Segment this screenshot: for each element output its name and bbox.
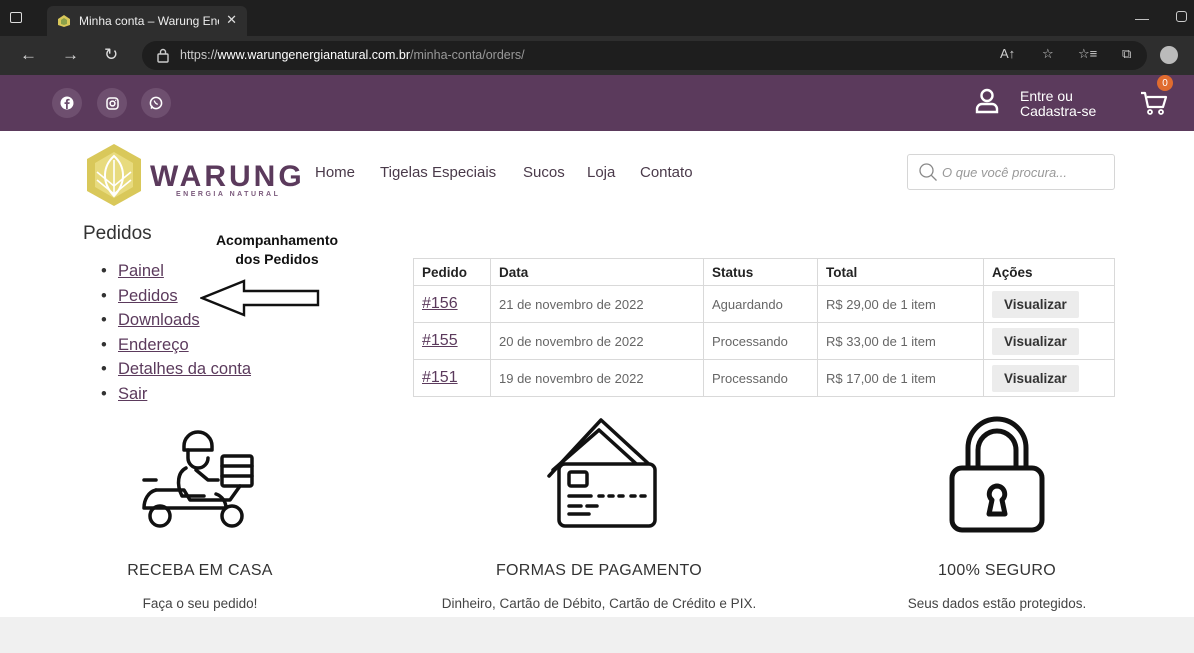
order-status: Processando	[703, 322, 818, 360]
window-minimize-icon[interactable]: —	[1135, 10, 1149, 26]
order-date: 21 de novembro de 2022	[490, 285, 704, 323]
site-top-bar: Entre ou Cadastra-se	[0, 75, 1194, 131]
account-nav-sair[interactable]: Sair	[118, 385, 147, 403]
profile-avatar[interactable]	[1160, 46, 1178, 64]
table-header-row: Pedido Data Status Total Ações	[413, 258, 1115, 286]
order-number-link[interactable]: #155	[422, 332, 458, 349]
browser-address-bar: ← → ↻ https://www.warungenergianatural.c…	[0, 36, 1194, 75]
order-actions-cell: Visualizar	[983, 322, 1115, 360]
instagram-icon[interactable]	[97, 88, 127, 118]
user-icon[interactable]	[975, 88, 999, 114]
feature-description: Seus dados estão protegidos.	[907, 596, 1087, 611]
tab-actions-icon[interactable]	[10, 12, 22, 23]
nav-tigelas-especiais[interactable]: Tigelas Especiais	[380, 164, 496, 181]
column-header: Pedido	[413, 258, 491, 286]
order-total: R$ 17,00 de 1 item	[817, 359, 984, 397]
column-header: Data	[490, 258, 704, 286]
order-status: Processando	[703, 359, 818, 397]
orders-table: Pedido Data Status Total Ações #156 21 d…	[413, 258, 1115, 397]
order-total: R$ 33,00 de 1 item	[817, 322, 984, 360]
brand-tagline: ENERGIA NATURAL	[176, 191, 281, 198]
order-date: 20 de novembro de 2022	[490, 322, 704, 360]
feature-description: Faça o seu pedido!	[142, 596, 258, 611]
table-row: #156 21 de novembro de 2022 Aguardando R…	[413, 285, 1115, 323]
feature-title: 100% SEGURO	[937, 562, 1056, 579]
collections-icon[interactable]: ⧉	[1122, 46, 1131, 62]
facebook-icon[interactable]	[52, 88, 82, 118]
browser-tab-bar: Minha conta – Warung Energia N ✕ —	[0, 0, 1194, 36]
padlock-icon	[949, 416, 1045, 533]
url-field[interactable]: https://www.warungenergianatural.com.br/…	[142, 41, 1147, 70]
account-nav-painel[interactable]: Painel	[118, 262, 164, 280]
account-link-line2: Cadastra-se	[1020, 103, 1097, 119]
url-text: https://www.warungenergianatural.com.br/…	[180, 48, 525, 62]
order-number-cell: #155	[413, 322, 491, 360]
view-order-button[interactable]: Visualizar	[992, 327, 1079, 355]
order-actions-cell: Visualizar	[983, 359, 1115, 397]
account-nav-item: Detalhes da conta	[101, 357, 251, 382]
feature-description: Dinheiro, Cartão de Débito, Cartão de Cr…	[441, 596, 757, 611]
shopping-cart-icon[interactable]	[1139, 87, 1169, 117]
column-header: Status	[703, 258, 818, 286]
search-box	[907, 154, 1115, 190]
order-number-cell: #156	[413, 285, 491, 323]
nav-home[interactable]: Home	[315, 164, 355, 181]
account-nav-detalhes[interactable]: Detalhes da conta	[118, 360, 251, 378]
login-register-link[interactable]: Entre ou Cadastra-se	[1020, 89, 1110, 119]
search-icon[interactable]	[918, 162, 938, 182]
warung-logo-icon[interactable]	[83, 142, 145, 208]
feature-title: RECEBA EM CASA	[127, 562, 273, 579]
whatsapp-icon[interactable]	[141, 88, 171, 118]
order-number-link[interactable]: #156	[422, 295, 458, 312]
table-row: #155 20 de novembro de 2022 Processando …	[413, 322, 1115, 360]
order-number-link[interactable]: #151	[422, 369, 458, 386]
column-header: Ações	[983, 258, 1115, 286]
column-header: Total	[817, 258, 984, 286]
forward-icon[interactable]: →	[62, 45, 79, 65]
brand-name[interactable]: WARUNG	[150, 162, 305, 192]
refresh-icon[interactable]: ↻	[104, 45, 118, 65]
nav-contato[interactable]: Contato	[640, 164, 693, 181]
account-nav-downloads[interactable]: Downloads	[118, 311, 200, 329]
table-row: #151 19 de novembro de 2022 Processando …	[413, 359, 1115, 397]
order-number-cell: #151	[413, 359, 491, 397]
back-icon[interactable]: ←	[20, 45, 37, 65]
browser-tab[interactable]: Minha conta – Warung Energia N ✕	[47, 6, 247, 36]
favorites-icon[interactable]: ☆≡	[1078, 46, 1097, 62]
add-favorite-icon[interactable]: ☆	[1042, 46, 1054, 62]
credit-card-icon	[547, 418, 657, 528]
delivery-scooter-icon	[142, 430, 254, 528]
page-title: Pedidos	[83, 223, 152, 244]
order-total: R$ 29,00 de 1 item	[817, 285, 984, 323]
site-favicon-icon	[58, 15, 70, 27]
annotation-arrow-icon	[200, 279, 320, 317]
account-link-line1: Entre ou	[1020, 88, 1073, 104]
order-date: 19 de novembro de 2022	[490, 359, 704, 397]
account-nav-pedidos[interactable]: Pedidos	[118, 287, 178, 305]
tab-title: Minha conta – Warung Energia N	[79, 14, 219, 28]
tab-close-icon[interactable]: ✕	[226, 12, 237, 28]
order-status: Aguardando	[703, 285, 818, 323]
lock-icon	[157, 48, 169, 63]
footer	[0, 617, 1194, 653]
window-restore-icon[interactable]	[1176, 11, 1187, 22]
order-actions-cell: Visualizar	[983, 285, 1115, 323]
account-nav-item: Sair	[101, 382, 251, 407]
nav-sucos[interactable]: Sucos	[523, 164, 565, 181]
search-input[interactable]	[942, 155, 1110, 189]
account-nav-endereco[interactable]: Endereço	[118, 336, 189, 354]
feature-title: FORMAS DE PAGAMENTO	[495, 562, 703, 579]
nav-loja[interactable]: Loja	[587, 164, 615, 181]
account-nav-item: Endereço	[101, 333, 251, 358]
view-order-button[interactable]: Visualizar	[992, 364, 1079, 392]
read-aloud-icon[interactable]: A↑	[1000, 46, 1015, 61]
annotation-line1: Acompanhamento	[215, 232, 339, 248]
view-order-button[interactable]: Visualizar	[992, 290, 1079, 318]
cart-count-badge: 0	[1157, 75, 1173, 91]
